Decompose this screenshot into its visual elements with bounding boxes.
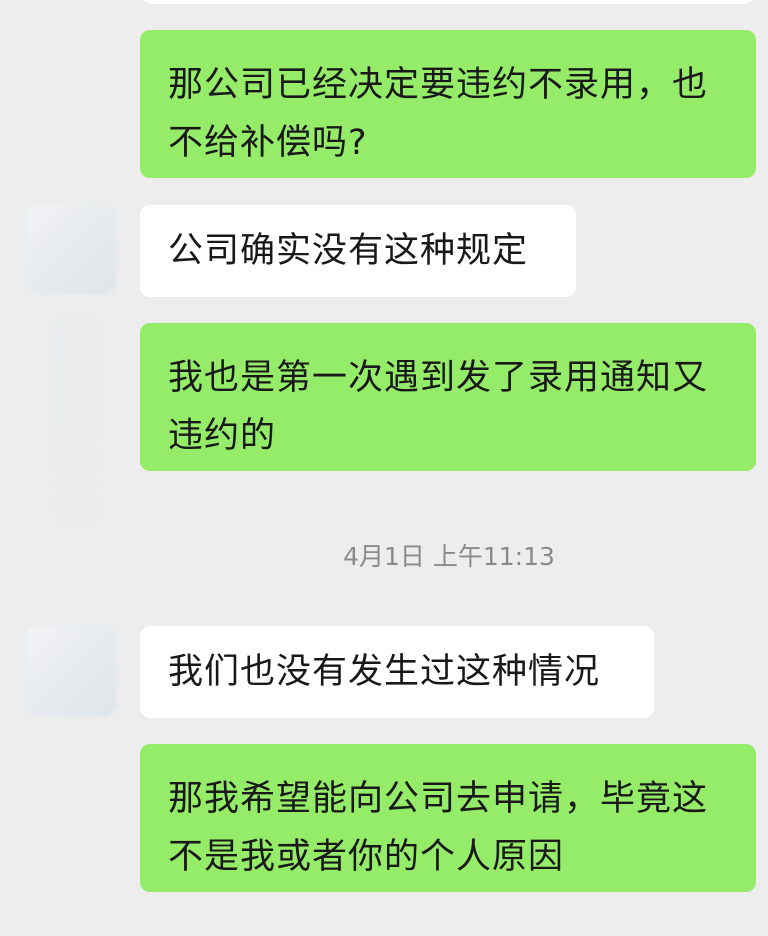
message-text: 那我希望能向公司去申请，毕竟这不是我或者你的个人原因	[168, 779, 709, 877]
blurred-avatar-remnant	[56, 320, 96, 540]
message-text: 公司确实没有这种规定	[168, 231, 529, 271]
message-text: 我也是第一次遇到发了录用通知又违约的	[168, 358, 709, 456]
contact-avatar[interactable]	[26, 626, 116, 716]
message-text: 那公司已经决定要违约不录用，也不给补偿吗?	[168, 65, 709, 163]
message-bubble-other[interactable]: 公司确实没有这种规定	[140, 205, 576, 297]
message-bubble-other[interactable]: 我们也没有发生过这种情况	[140, 626, 654, 718]
message-bubble-self[interactable]: 那我希望能向公司去申请，毕竟这不是我或者你的个人原因	[140, 744, 756, 892]
message-bubble-self[interactable]: 那公司已经决定要违约不录用，也不给补偿吗?	[140, 30, 756, 178]
chat-timestamp: 4月1日 上午11:13	[343, 542, 555, 571]
previous-message-bubble-edge	[142, 0, 754, 4]
contact-avatar[interactable]	[26, 204, 116, 294]
message-bubble-self[interactable]: 我也是第一次遇到发了录用通知又违约的	[140, 323, 756, 471]
message-text: 我们也没有发生过这种情况	[168, 652, 601, 692]
